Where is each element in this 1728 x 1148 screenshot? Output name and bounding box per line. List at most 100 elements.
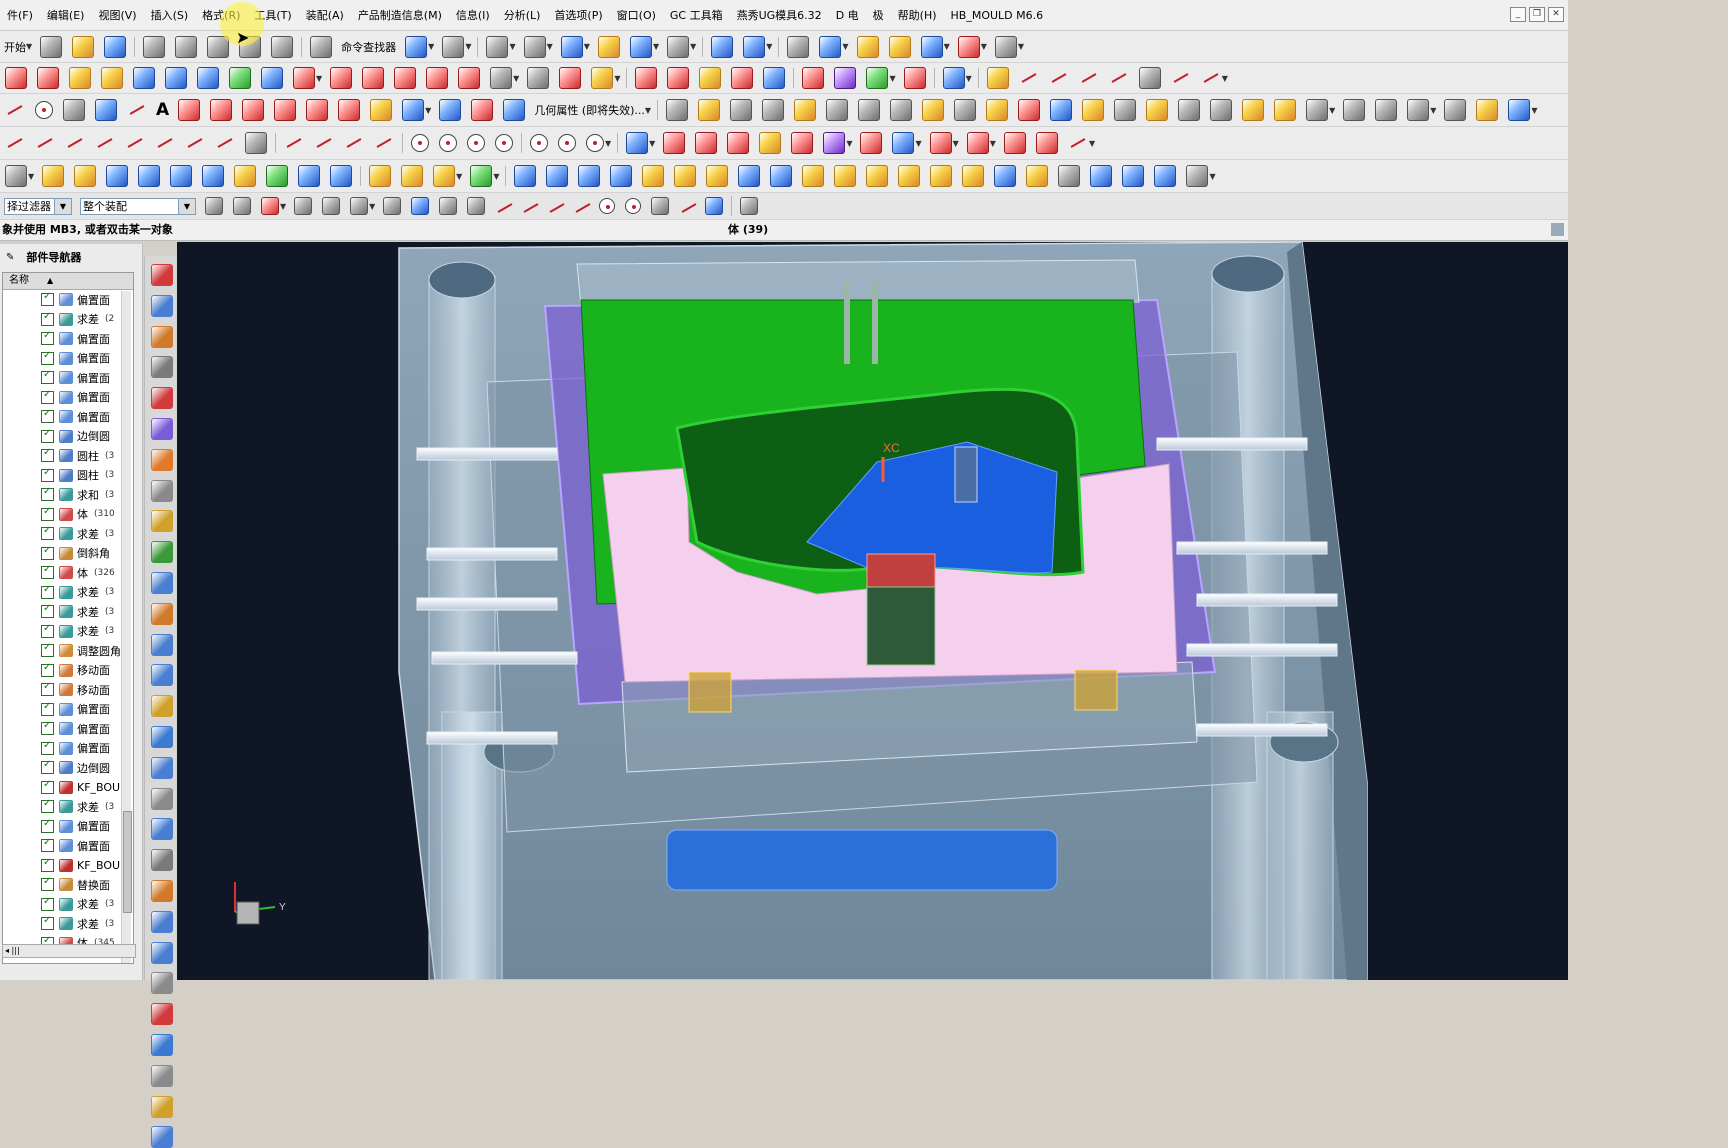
knowledge-icon[interactable] [151,787,173,810]
visibility-checkbox[interactable] [41,818,54,833]
revolve-icon[interactable] [74,165,97,187]
thread-icon[interactable] [994,165,1017,187]
web-browser-icon[interactable] [151,418,173,440]
line-curve-icon[interactable] [5,100,25,120]
xform-icon[interactable] [1068,133,1088,153]
circle-g-icon[interactable] [586,134,604,152]
circle-b-icon[interactable] [439,134,457,152]
box-m-icon[interactable] [1035,132,1058,154]
feature-tree-row[interactable]: 移动面 [3,680,133,700]
unite-icon[interactable] [369,165,392,187]
arc-icon[interactable] [1079,68,1099,88]
part-family-icon[interactable] [151,633,173,656]
line-icon[interactable] [1049,68,1069,88]
through-curves-icon[interactable] [101,67,123,89]
boss-icon[interactable] [234,165,257,187]
deselect-icon[interactable] [322,197,341,215]
menu-yanxiu-mold[interactable]: 燕秀UG模具6.32 [730,7,829,23]
mold-tools-icon[interactable] [890,99,913,121]
process-studio-icon[interactable] [151,510,173,533]
blend-icon[interactable] [490,67,513,89]
face-blend-icon[interactable] [527,67,550,89]
system-scene-icon[interactable] [151,572,173,594]
visibility-checkbox[interactable] [41,408,54,424]
mesh-surface-icon[interactable] [37,67,59,89]
mold-base-icon[interactable] [954,99,977,121]
dimension-icon[interactable] [957,35,980,58]
delete-face-icon[interactable] [738,165,761,187]
feature-tree-row[interactable]: 边倒圆 [3,758,133,778]
box-g-icon[interactable] [823,132,846,154]
hole-table-icon[interactable] [1375,99,1398,121]
ruler-icon[interactable] [994,35,1017,58]
visibility-checkbox[interactable] [41,701,54,716]
menu-file[interactable]: 件(F) [0,7,40,23]
extract-geometry-icon[interactable] [866,165,889,187]
pad-icon[interactable] [298,165,321,187]
background-icon[interactable] [667,35,690,58]
view-manager-icon[interactable] [1407,99,1430,121]
export-icon[interactable] [1508,99,1531,121]
arc-center-icon[interactable] [314,133,334,153]
box-d-icon[interactable] [727,132,750,154]
visibility-checkbox[interactable] [41,623,54,638]
start-menu-button[interactable]: 开始 [4,39,26,55]
feature-tree-row[interactable]: 偏置面 [3,329,133,349]
general-filter-icon[interactable] [205,197,223,215]
save-icon[interactable] [104,35,127,58]
feature-tree-row[interactable]: 体 (310 [3,505,133,525]
assembly-icon[interactable] [711,35,734,58]
pocket-feature-icon[interactable] [266,165,289,187]
visibility-checkbox[interactable] [41,798,54,814]
snap-end-icon[interactable] [495,198,511,214]
command-finder-icon[interactable] [310,35,333,58]
circle-e-icon[interactable] [530,134,548,152]
arc-3pt-icon[interactable] [284,133,304,153]
pin-icon[interactable]: ✎ [6,252,14,263]
pattern-icon[interactable] [802,165,825,187]
wireframe-box-icon[interactable] [1186,165,1209,187]
shrinkage-icon[interactable] [762,99,785,121]
layout-icon[interactable] [151,1003,173,1026]
feature-tree-row[interactable]: 替换面 [3,875,133,895]
hole-icon[interactable] [330,165,353,187]
law-curve-icon[interactable] [1201,68,1221,88]
snap-mid-icon[interactable] [521,198,537,214]
snap-center-icon[interactable] [599,198,616,214]
part-navigator-icon[interactable] [151,325,173,348]
snap-solid-icon[interactable] [411,197,430,215]
menu-assembly[interactable]: 装配(A) [299,7,351,23]
cylinder-icon[interactable] [138,165,161,187]
feature-tree-row[interactable]: 偏置面 [3,700,133,720]
feature-tree-row[interactable]: 求差 (3 [3,914,133,934]
draft-icon[interactable] [578,165,601,187]
snap-point-icon[interactable] [467,197,486,215]
measure-icon[interactable] [856,35,879,58]
visibility-checkbox[interactable] [41,603,54,619]
drafting-icon[interactable] [151,910,173,933]
electrode-design-icon[interactable] [151,849,173,872]
feature-tree-row[interactable]: 偏置面 [3,407,133,427]
thicken-icon[interactable] [426,67,449,89]
geom-props-button[interactable]: 几何属性 (即将失效)... [534,102,645,118]
patch-icon[interactable] [394,67,417,89]
snap-curve-icon[interactable] [547,198,563,214]
sheet-metal-icon[interactable] [151,941,173,964]
visibility-checkbox[interactable] [41,915,54,931]
standard-part-icon[interactable] [986,99,1009,121]
analysis-navigator-icon[interactable] [151,756,173,779]
n-sided-icon[interactable] [197,67,219,89]
menu-preferences[interactable]: 首选项(P) [547,7,609,23]
snap-existing-icon[interactable] [651,197,670,215]
offset-surface-icon[interactable] [261,67,283,89]
roles-icon[interactable] [151,541,173,564]
swept-icon[interactable] [133,67,155,89]
circle-c-icon[interactable] [467,134,485,152]
layer-icon[interactable] [597,35,620,58]
motion-navigator-icon[interactable] [151,664,173,687]
sketch-icon[interactable] [405,35,428,58]
smooth-spline-icon[interactable] [215,133,235,153]
feature-tree-row[interactable]: KF_BOUN [3,778,133,798]
visibility-checkbox[interactable] [41,330,54,346]
x-form-icon[interactable] [667,67,690,89]
